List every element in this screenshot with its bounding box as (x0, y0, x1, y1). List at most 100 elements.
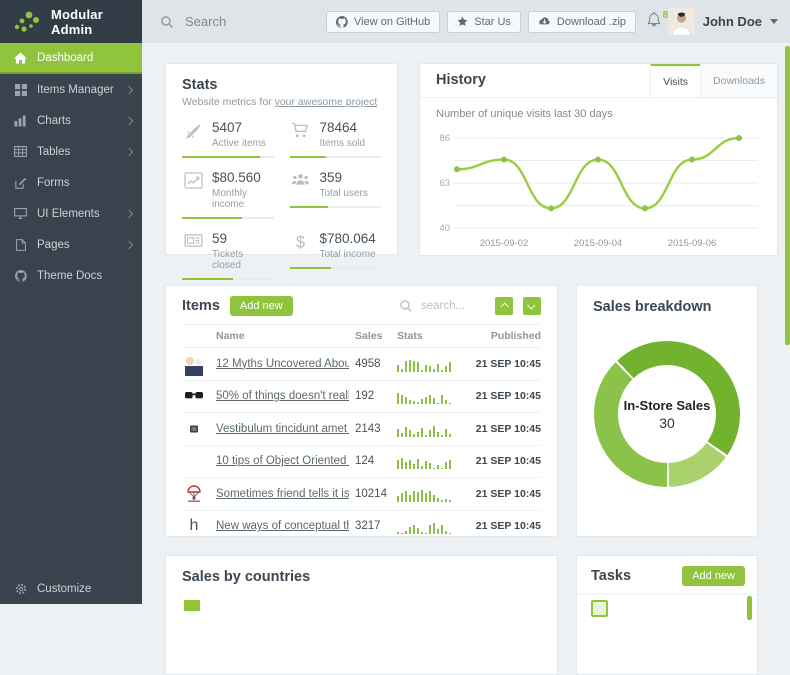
items-search (399, 299, 485, 313)
sparkline-chart (397, 453, 455, 469)
stat-value: $80.560 (212, 171, 274, 186)
stat-progress-track (290, 156, 382, 158)
spark-bar (433, 495, 435, 501)
row-sales-value: 4958 (355, 358, 397, 370)
item-title-link[interactable]: 12 Myths Uncovered About IT ... (216, 358, 349, 370)
spark-bar (425, 397, 427, 404)
app-logo[interactable]: Modular Admin (0, 0, 142, 43)
task-checkbox[interactable] (591, 600, 608, 617)
chevron-right-icon (125, 209, 133, 217)
gear-icon (13, 583, 28, 595)
sidebar-item-label: Forms (37, 177, 70, 189)
sidebar-item-theme-docs[interactable]: Theme Docs (0, 260, 142, 291)
header-buttons: View on GitHub Star Us Download .zip (326, 0, 636, 43)
item-title-link[interactable]: Vestibulum tincidunt amet lao... (216, 423, 349, 435)
items-table-header: Name Sales Stats Published (182, 324, 541, 347)
col-name[interactable]: Name (216, 330, 355, 342)
stat-top: $$780.064Total income (290, 232, 382, 260)
tab-downloads[interactable]: Downloads (700, 64, 777, 97)
table-row: Vestibulum tincidunt amet lao...214321 S… (182, 412, 541, 445)
sidebar-item-forms[interactable]: Forms (0, 167, 142, 198)
stats-title: Stats (182, 77, 381, 93)
items-search-input[interactable] (419, 299, 485, 313)
row-published-value: 21 SEP 10:45 (469, 520, 541, 532)
donut-center-label: In-Store Sales (624, 398, 711, 413)
page-scrollbar[interactable] (785, 46, 790, 345)
spark-bar (429, 395, 431, 404)
row-avatar-cell (182, 449, 206, 473)
header-button-download-zip[interactable]: Download .zip (528, 11, 636, 33)
history-card: History VisitsDownloads Number of unique… (419, 63, 778, 256)
spark-bar (397, 393, 399, 404)
sidebar-item-items-manager[interactable]: Items Manager (0, 74, 142, 105)
spark-bar (425, 533, 427, 535)
history-header: History VisitsDownloads (420, 64, 777, 98)
spark-bar (429, 525, 431, 534)
stat-text: 5407Active items (212, 121, 266, 149)
spark-bar (421, 532, 423, 534)
sidebar-item-label: UI Elements (37, 208, 100, 220)
item-title-link[interactable]: 50% of things doesn't really b... (216, 390, 349, 402)
stat-text: $80.560Monthly income (212, 171, 274, 210)
edit-icon (13, 177, 28, 189)
col-stats[interactable]: Stats (397, 330, 455, 342)
user-menu[interactable]: John Doe (668, 0, 778, 43)
stat-top: 5407Active items (182, 121, 274, 149)
sidebar-item-tables[interactable]: Tables (0, 136, 142, 167)
stat-total-users: 359Total users (290, 171, 382, 219)
sidebar-item-pages[interactable]: Pages (0, 229, 142, 260)
star-icon (457, 16, 468, 27)
spark-bar (425, 435, 427, 437)
col-published[interactable]: Published (469, 330, 541, 342)
sidebar-item-ui-elements[interactable]: UI Elements (0, 198, 142, 229)
row-published-value: 21 SEP 10:45 (469, 455, 541, 467)
stat-progress-track (290, 206, 382, 208)
spark-bar (429, 463, 431, 469)
spark-bar (433, 468, 435, 470)
row-sales-value: 2143 (355, 423, 397, 435)
avatar-parachute-icon (182, 482, 206, 506)
table-row: 12 Myths Uncovered About IT ...495821 SE… (182, 347, 541, 380)
tasks-scrollbar[interactable] (747, 596, 752, 620)
sidebar-item-charts[interactable]: Charts (0, 105, 142, 136)
spark-bar (405, 491, 407, 501)
search-input[interactable] (183, 13, 307, 30)
spark-bar (409, 360, 411, 372)
spark-bar (397, 365, 399, 371)
row-sales-value: 192 (355, 390, 397, 402)
chevron-up-icon (500, 302, 508, 310)
sort-up-button[interactable] (495, 297, 513, 315)
home-icon (13, 52, 28, 64)
stat-top: $80.560Monthly income (182, 171, 274, 210)
header-button-star-us[interactable]: Star Us (447, 11, 521, 33)
search-icon (160, 15, 174, 29)
spark-bar (437, 403, 439, 405)
header-button-view-on-github[interactable]: View on GitHub (326, 11, 440, 33)
spark-bar (409, 400, 411, 404)
col-sales[interactable]: Sales (355, 330, 397, 342)
sales-breakdown-donut[interactable]: In-Store Sales 30 (594, 341, 740, 487)
stat-progress-track (290, 267, 382, 269)
item-title-link[interactable]: New ways of conceptual think... (216, 520, 349, 532)
donut-center-value: 30 (659, 415, 675, 431)
sidebar-item-dashboard[interactable]: Dashboard (0, 43, 142, 74)
tab-visits[interactable]: Visits (650, 64, 700, 97)
project-link[interactable]: your awesome project (275, 96, 378, 108)
sidebar-item-customize[interactable]: Customize (0, 573, 142, 604)
add-task-button[interactable]: Add new (682, 566, 745, 586)
spark-bar (441, 500, 443, 502)
spark-bar (421, 399, 423, 404)
item-title-link[interactable]: 10 tips of Object Oriented Des... (216, 455, 349, 467)
item-title-link[interactable]: Sometimes friend tells it is cold (216, 488, 349, 500)
row-name-cell: New ways of conceptual think... (216, 520, 355, 532)
spark-bar (449, 434, 451, 437)
svg-text:$: $ (296, 233, 305, 251)
sort-down-button[interactable] (523, 297, 541, 315)
notifications-button[interactable]: 8 (647, 0, 668, 55)
table-row: Sometimes friend tells it is cold1021421… (182, 477, 541, 510)
spark-bar (433, 523, 435, 534)
history-title: History (420, 64, 650, 97)
spark-bar (445, 366, 447, 372)
add-item-button[interactable]: Add new (230, 296, 293, 316)
avatar-pattern-icon (182, 449, 206, 473)
